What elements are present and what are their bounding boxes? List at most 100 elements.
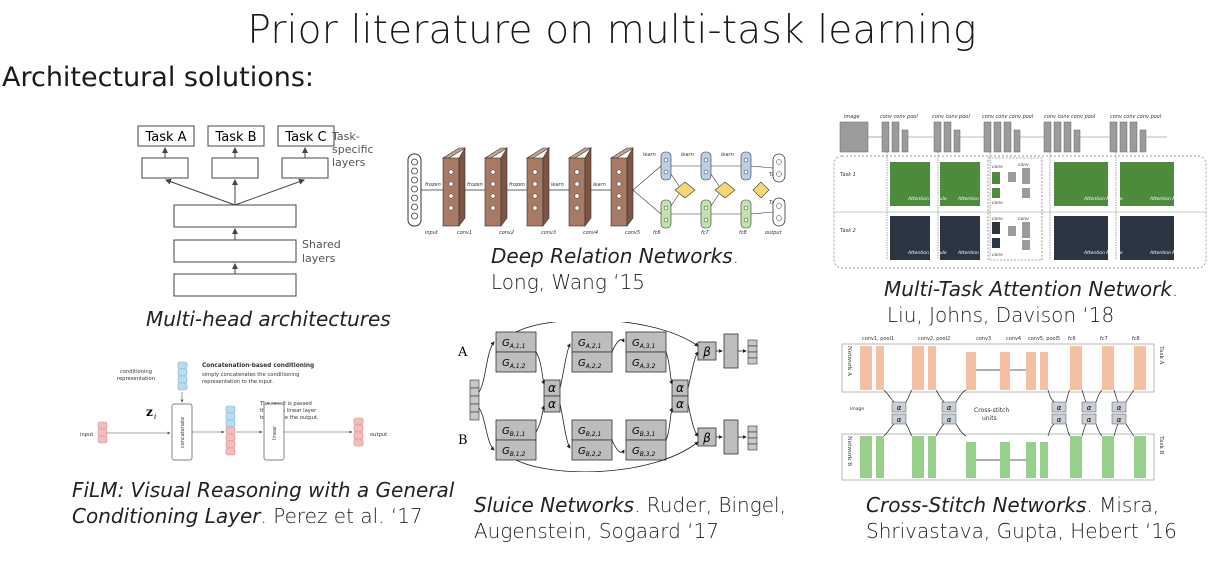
film-conditioning: conditioning: [120, 369, 152, 375]
sluice-beta-a-text: β: [702, 345, 711, 359]
film-input-vector: [97, 421, 108, 444]
cs-image-label: Image: [850, 406, 864, 412]
film-desc-2: representation to the input.: [202, 379, 274, 385]
cs-task-a: Task A: [1158, 346, 1164, 365]
section-heading-colon: :: [304, 62, 315, 93]
film-caption-line-2: Conditioning Layer. Perez et al. ‘17: [72, 503, 454, 529]
shared-layer-1: [173, 273, 297, 297]
sluice-input-vector: [469, 379, 480, 421]
sluice-gb12-sub: B,1,2: [510, 451, 526, 458]
mtan-att-7: Attention Module: [1083, 250, 1123, 256]
slide-title: Prior literature on multi-task learning: [247, 8, 977, 53]
cs-conv5pool5: conv5, pool5: [1028, 336, 1060, 342]
mtan-att-8: Attention Module: [1149, 250, 1189, 256]
film-caption: FiLM: Visual Reasoning with a General Co…: [72, 477, 454, 529]
cs-alpha-10: α: [1117, 416, 1122, 424]
drn-frozen-3: frozen: [509, 182, 525, 188]
drn-caption: Deep Relation Networks. Long, Wang ‘15: [491, 243, 739, 295]
crossstitch-caption-title: Cross-Stitch Networks: [866, 493, 1087, 517]
sluice-beta-b-text: β: [702, 431, 711, 445]
film-concatenate-label: concatenate: [180, 417, 186, 448]
sluice-label-b: B: [458, 433, 468, 448]
cs-conv4: conv4: [1006, 336, 1021, 342]
mtan-att-5: Attention Module: [907, 250, 947, 256]
head-c-layer: [281, 157, 329, 179]
film-linear-label: linear: [272, 425, 278, 440]
sluice-gb32-sub: B,3,2: [640, 451, 656, 458]
cs-conv1pool1: conv1, pool1: [862, 336, 894, 342]
sluice-gb21-sub: B,2,1: [586, 431, 602, 438]
shared-layer-3: [173, 204, 297, 228]
sluice-ga21-sub: A,2,1: [585, 343, 602, 350]
head-b-layer: [211, 157, 259, 179]
sluice-gb31-sub: B,3,1: [640, 431, 656, 438]
drn-learn-1: learn: [551, 182, 564, 188]
drn-caption-title: Deep Relation Networks: [491, 244, 733, 268]
mtan-att-4: Attention Module: [1149, 196, 1189, 202]
sluice-alpha-1a-text: α: [548, 381, 556, 395]
film-svg: conditioning representation Concatenatio…: [80, 361, 387, 461]
mtan-att-2: Attention Module: [957, 196, 997, 202]
mtan-ccp-2: conv conv pool: [932, 114, 970, 120]
sluice-caption-title: Sluice Networks: [474, 493, 635, 517]
task-a-label: Task A: [144, 130, 186, 145]
drn-caption-line-1: Deep Relation Networks.: [491, 243, 739, 269]
task-specific-label-3: layers: [332, 156, 366, 169]
drn-output-label: output: [765, 230, 783, 236]
sluice-out-layer-a: [723, 333, 739, 369]
drn-fc8-label: fc8: [739, 230, 747, 236]
mtan-task2-label: Task 2: [840, 228, 856, 234]
mtan-task1-label: Task 1: [840, 172, 856, 178]
mtan-zoom-detail: [992, 168, 1030, 250]
film-output-label: output: [370, 432, 387, 438]
film-output-vector: [353, 417, 364, 447]
drn-conv1-label: conv1: [457, 230, 472, 236]
crossstitch-caption-line-1: Cross-Stitch Networks. Misra,: [866, 492, 1177, 518]
drn-caption-rest: .: [732, 244, 740, 268]
sluice-caption-rest: . Ruder, Bingel,: [634, 493, 786, 517]
mtan-cccp-1: conv conv conv pool: [982, 114, 1034, 120]
cs-network-a: Network A: [846, 346, 852, 377]
drn-prior-3: [752, 181, 770, 199]
mtan-cccp-2: conv conv conv pool: [1044, 114, 1096, 120]
drn-fc6-label: fc6: [653, 230, 661, 236]
cs-alpha-8: α: [1087, 416, 1092, 424]
film-desc-1: simply concatenates the conditioning: [202, 372, 299, 378]
cs-alpha-4: α: [947, 416, 952, 424]
mtan-zoom-conv-4: conv: [992, 217, 1003, 222]
sluice-ga11-sub: A,1,1: [509, 343, 526, 350]
mtan-caption-rest: .: [1171, 277, 1179, 301]
mtan-caption-line-1: Multi-Task Attention Network.: [884, 276, 1178, 302]
mtan-zoom-conv-5: conv: [1018, 217, 1029, 222]
section-heading: Architectural solutions:: [2, 62, 314, 93]
sluice-ga31-sub: A,3,1: [639, 343, 656, 350]
shared-label-1: Shared: [302, 238, 341, 251]
cs-fc6: fc6: [1068, 336, 1076, 342]
shared-label-2: layers: [302, 252, 336, 265]
cs-fc8: fc8: [1132, 336, 1140, 342]
sluice-ga32-sub: A,3,2: [639, 363, 656, 370]
sluice-alpha-2a-text: α: [676, 381, 684, 395]
drn-svg: frozen frozen frozen learn learn input c…: [407, 146, 786, 236]
film-input-label: input: [80, 432, 93, 438]
cs-fc7: fc7: [1100, 336, 1108, 342]
film-caption-rest: . Perez et al. ‘17: [260, 504, 423, 528]
drn-frozen-1: frozen: [425, 182, 441, 188]
sluice-svg: A B GA,1,1 GA,1,2 GA,2,1 GA,2,2 GA,3,1 G…: [457, 319, 758, 473]
mtan-caption: Multi-Task Attention Network. Liu, Johns…: [884, 276, 1178, 328]
multihead-caption-text: Multi-head architectures: [146, 307, 391, 331]
film-z-sub: i: [154, 413, 156, 421]
sluice-caption: Sluice Networks. Ruder, Bingel, Augenste…: [474, 492, 786, 544]
film-concat-vector: [225, 405, 236, 456]
drn-conv5-label: conv5: [625, 230, 640, 236]
task-c-label: Task C: [284, 130, 326, 145]
film-z: z: [146, 405, 153, 419]
mtan-att-1: Attention Module: [907, 196, 947, 202]
task-specific-label-2: specific: [332, 143, 374, 156]
film-representation: representation: [117, 376, 155, 382]
sluice-ga22-sub: A,2,2: [585, 363, 602, 370]
mtan-zoom-conv-2: conv: [1018, 163, 1029, 168]
drn-diagram: frozen frozen frozen learn learn input c…: [405, 144, 790, 240]
sluice-caption-line-2: Augenstein, Sogaard ‘17: [474, 519, 720, 543]
cs-network-b-layers: [860, 436, 1146, 478]
